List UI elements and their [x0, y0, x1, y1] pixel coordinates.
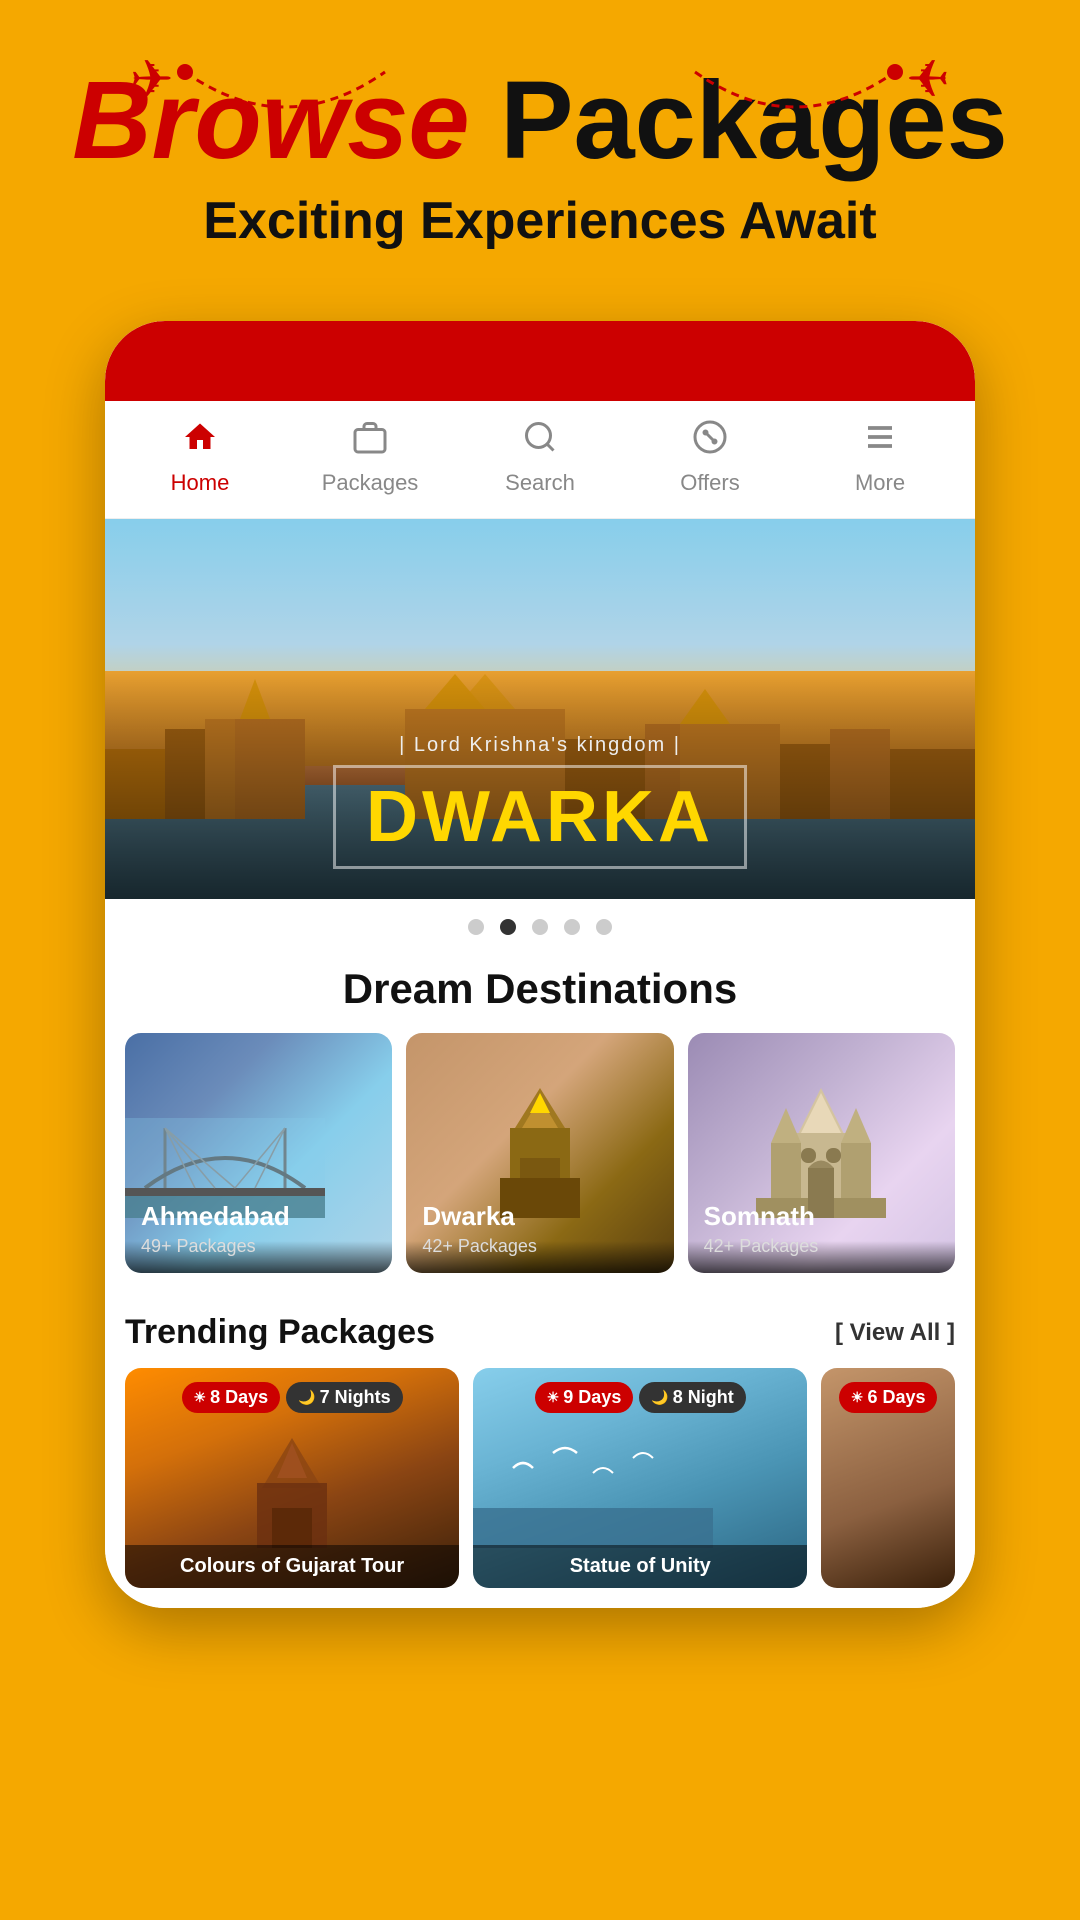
card3-days: ☀ 6 Days	[839, 1382, 938, 1413]
dot-2[interactable]	[532, 919, 548, 935]
dots-indicator	[105, 899, 975, 955]
dot-0[interactable]	[468, 919, 484, 935]
dwarka-name: Dwarka	[422, 1201, 657, 1232]
ahmedabad-name: Ahmedabad	[141, 1201, 376, 1232]
nav-offers[interactable]: Offers	[660, 419, 760, 496]
phone-container: Home Packages Search	[105, 321, 975, 1608]
gujarat-nights: 🌙 7 Nights	[286, 1382, 402, 1413]
nav-packages-label: Packages	[322, 470, 419, 496]
banner-subtitle: Exciting Experiences Await	[60, 191, 1020, 251]
dot-4[interactable]	[596, 919, 612, 935]
ahmedabad-packages: 49+ Packages	[141, 1236, 376, 1257]
hero-title-text: DWARKA	[333, 765, 747, 869]
card3-duration: ☀ 6 Days	[821, 1382, 955, 1413]
plane-right-icon: ✈	[906, 50, 950, 110]
somnath-info: Somnath 42+ Packages	[688, 1185, 955, 1273]
view-all-button[interactable]: [ View All ]	[835, 1319, 955, 1347]
statue-nights: 🌙 8 Night	[639, 1382, 745, 1413]
ahmedabad-info: Ahmedabad 49+ Packages	[125, 1185, 392, 1273]
nav-home[interactable]: Home	[150, 419, 250, 496]
hero-content: | Lord Krishna's kingdom | DWARKA	[333, 734, 747, 869]
somnath-name: Somnath	[704, 1201, 939, 1232]
home-icon	[182, 419, 218, 464]
dwarka-info: Dwarka 42+ Packages	[406, 1185, 673, 1273]
phone-top-bar	[105, 321, 975, 401]
trending-cards: ☀ 8 Days 🌙 7 Nights Colours of Gujarat T…	[125, 1368, 955, 1588]
plane-left-icon: ✈	[130, 50, 174, 110]
destinations-grid: Ahmedabad 49+ Packages	[105, 1033, 975, 1293]
nav-packages[interactable]: Packages	[320, 419, 420, 496]
dest-card-ahmedabad[interactable]: Ahmedabad 49+ Packages	[125, 1033, 392, 1273]
nav-search[interactable]: Search	[490, 419, 590, 496]
search-icon	[522, 419, 558, 464]
statue-card-scene	[473, 1428, 713, 1548]
statue-duration: ☀ 9 Days 🌙 8 Night	[473, 1382, 807, 1413]
trend-card-3[interactable]: ☀ 6 Days	[821, 1368, 955, 1588]
deco-arc-right	[685, 62, 905, 122]
statue-label: Statue of Unity	[473, 1545, 807, 1588]
nav-search-label: Search	[505, 470, 575, 496]
bottom-nav: Home Packages Search	[105, 401, 975, 519]
dot-1[interactable]	[500, 919, 516, 935]
packages-icon	[352, 419, 388, 464]
top-banner: ✈ ✈ Browse Packages Exciting Experiences…	[0, 0, 1080, 291]
trend-card-gujarat[interactable]: ☀ 8 Days 🌙 7 Nights Colours of Gujarat T…	[125, 1368, 459, 1588]
gujarat-label: Colours of Gujarat Tour	[125, 1545, 459, 1588]
gujarat-days: ☀ 8 Days	[182, 1382, 281, 1413]
gujarat-duration: ☀ 8 Days 🌙 7 Nights	[125, 1382, 459, 1413]
trend-card-statue[interactable]: ☀ 9 Days 🌙 8 Night Statue of Unity	[473, 1368, 807, 1588]
destinations-section: Dream Destinations	[105, 955, 975, 1293]
nav-offers-label: Offers	[680, 470, 740, 496]
dot-3[interactable]	[564, 919, 580, 935]
deco-arc-left	[175, 62, 395, 122]
nav-more-label: More	[855, 470, 905, 496]
gujarat-card-scene	[192, 1428, 392, 1548]
nav-more[interactable]: More	[830, 419, 930, 496]
statue-days: ☀ 9 Days	[535, 1382, 634, 1413]
hero-subtitle-text: | Lord Krishna's kingdom |	[333, 734, 747, 757]
hero-banner: | Lord Krishna's kingdom | DWARKA	[105, 519, 975, 899]
trending-title: Trending Packages	[125, 1313, 435, 1352]
offers-icon	[692, 419, 728, 464]
somnath-packages: 42+ Packages	[704, 1236, 939, 1257]
destinations-title: Dream Destinations	[105, 955, 975, 1033]
trending-header: Trending Packages [ View All ]	[125, 1313, 955, 1352]
dest-card-dwarka[interactable]: Dwarka 42+ Packages	[406, 1033, 673, 1273]
dest-card-somnath[interactable]: Somnath 42+ Packages	[688, 1033, 955, 1273]
trending-section: Trending Packages [ View All ] ☀ 8 Days	[105, 1293, 975, 1608]
dwarka-packages: 42+ Packages	[422, 1236, 657, 1257]
nav-home-label: Home	[171, 470, 230, 496]
more-icon	[862, 419, 898, 464]
bottom-padding	[0, 1608, 1080, 1668]
